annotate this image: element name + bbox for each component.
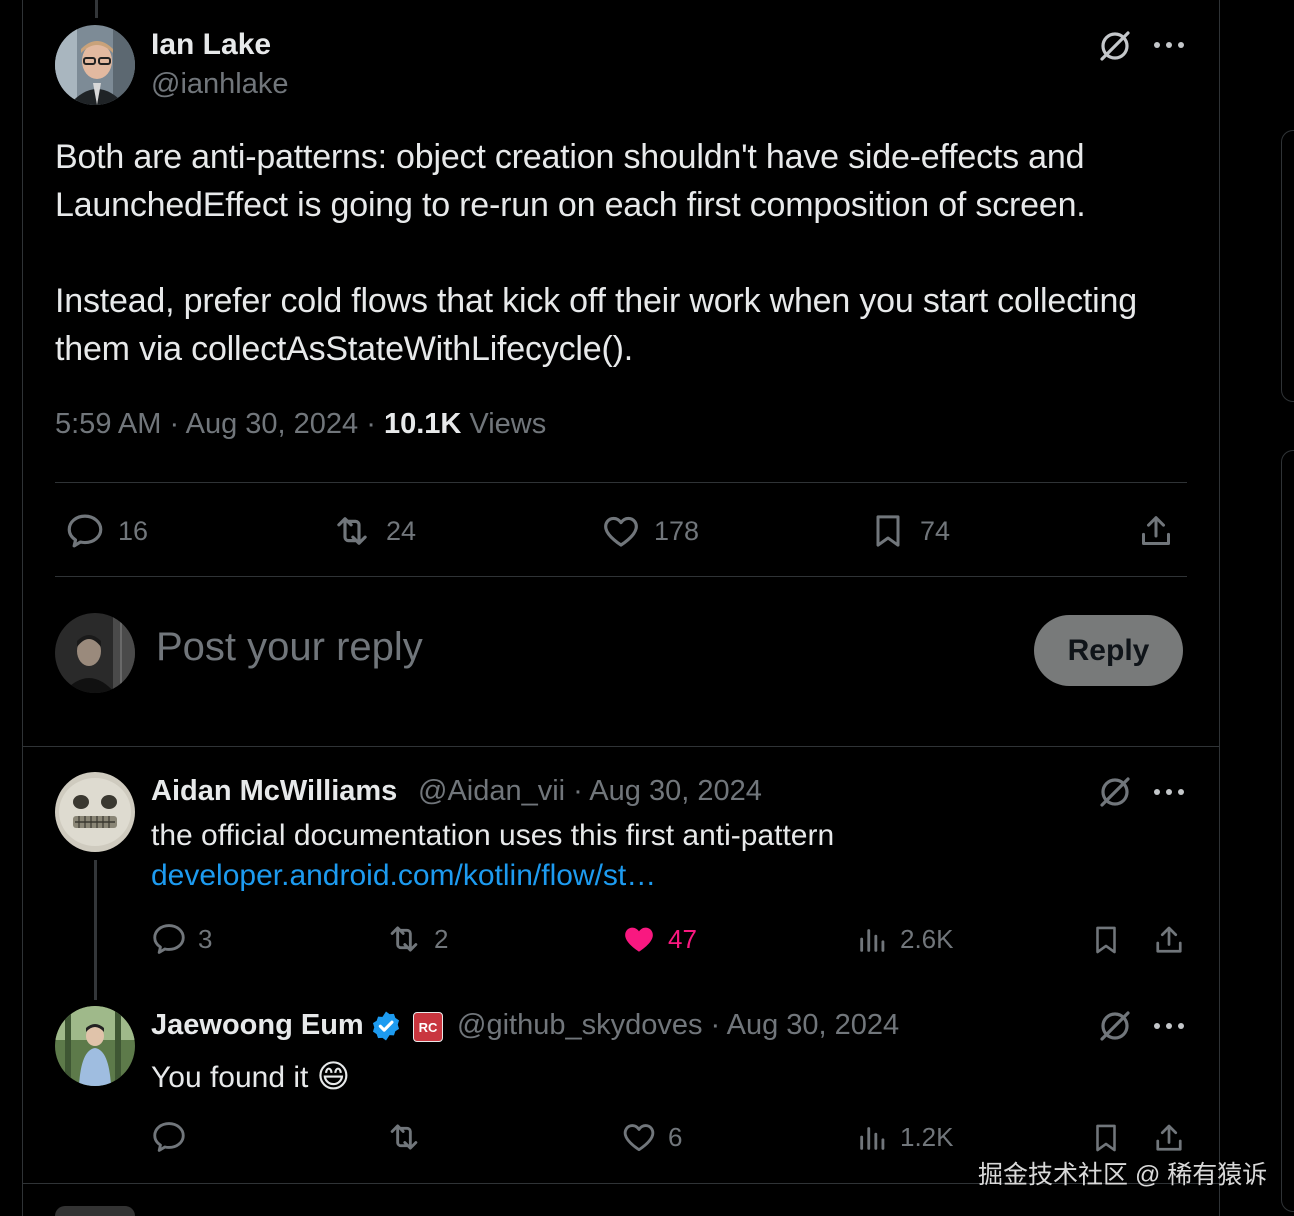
reply-action[interactable] (150, 1118, 198, 1156)
like-count: 6 (668, 1121, 683, 1152)
repost-action[interactable]: 2 (384, 920, 448, 958)
current-user-avatar[interactable] (55, 613, 135, 693)
repost-count: 2 (434, 923, 449, 954)
repost-action[interactable]: 24 (330, 510, 416, 552)
views-count: 10.1K (383, 408, 462, 440)
verified-badge-icon (369, 1009, 403, 1043)
reply-handle-date[interactable]: @github_skydoves · Aug 30, 2024 (457, 1009, 899, 1042)
views-action[interactable]: 1.2K (856, 1118, 954, 1156)
heart-icon (623, 1124, 655, 1152)
reply-text: the official documentation uses this fir… (151, 819, 835, 852)
reply-text: You found it (151, 1061, 309, 1094)
reply-action[interactable]: 16 (64, 510, 148, 552)
divider (55, 482, 1187, 483)
thread-line (95, 0, 98, 18)
reply-text-row: You found it 😄 (151, 1057, 350, 1095)
views-action[interactable]: 2.6K (856, 920, 954, 958)
share-icon[interactable] (1150, 1118, 1188, 1158)
heart-filled-icon (625, 927, 653, 952)
reply-count: 16 (118, 515, 149, 546)
more-options-icon[interactable] (1150, 777, 1188, 807)
reply-link[interactable]: developer.android.com/kotlin/flow/st… (151, 859, 656, 893)
repost-action[interactable] (384, 1118, 434, 1156)
views-count: 1.2K (900, 1121, 954, 1152)
more-options-icon[interactable] (1150, 1011, 1188, 1041)
comment-icon (153, 924, 185, 954)
reply-author-name[interactable]: Jaewoong Eum (151, 1009, 364, 1042)
thread-line (94, 860, 97, 1000)
repost-icon (390, 926, 418, 952)
author-avatar[interactable] (55, 25, 135, 105)
like-action[interactable]: 178 (600, 510, 699, 552)
divider (22, 746, 1220, 747)
bookmark-count: 74 (920, 515, 951, 546)
like-count: 47 (668, 923, 697, 954)
repost-icon (337, 517, 367, 545)
scroll-edge (1281, 130, 1294, 402)
divider (55, 576, 1187, 577)
bookmark-icon[interactable] (1088, 920, 1124, 960)
analytics-icon (860, 1127, 885, 1150)
comment-icon (67, 514, 103, 548)
separator: · (366, 408, 376, 440)
views-label: Views (469, 408, 547, 440)
repost-icon (390, 1124, 418, 1150)
tweet-paragraph: Both are anti-patterns: object creation … (55, 138, 1086, 224)
next-reply-avatar[interactable] (55, 1206, 135, 1216)
grok-icon[interactable] (1095, 772, 1135, 812)
like-action[interactable]: 6 (620, 1118, 682, 1156)
repost-count: 24 (386, 515, 417, 546)
tweet-body: Both are anti-patterns: object creation … (55, 133, 1185, 421)
reply-count: 3 (198, 923, 213, 954)
tweet-meta: 5:59 AM · Aug 30, 2024 · 10.1K Views (55, 408, 546, 441)
more-options-icon[interactable] (1150, 30, 1188, 60)
reply-handle-date[interactable]: @Aidan_vii · Aug 30, 2024 (418, 775, 762, 808)
reply-avatar[interactable] (55, 772, 135, 852)
separator: · (169, 408, 180, 440)
grok-icon[interactable] (1095, 1006, 1135, 1046)
grinning-emoji: 😄 (316, 1058, 351, 1094)
bookmark-icon (876, 515, 900, 547)
affiliate-badge[interactable]: RC (413, 1012, 443, 1042)
heart-icon (604, 516, 638, 547)
tweet-time[interactable]: 5:59 AM (55, 408, 161, 440)
share-icon[interactable] (1135, 510, 1177, 552)
reply-action[interactable]: 3 (150, 920, 212, 958)
reply-avatar[interactable] (55, 1006, 135, 1086)
grok-icon[interactable] (1095, 26, 1135, 66)
tweet-paragraph: Instead, prefer cold flows that kick off… (55, 282, 1137, 368)
bookmark-action[interactable]: 74 (868, 510, 950, 552)
author-handle[interactable]: @ianhlake (151, 68, 288, 101)
analytics-icon (860, 929, 885, 952)
reply-author-name[interactable]: Aidan McWilliams (151, 775, 397, 808)
watermark: 掘金技术社区 @ 稀有猿诉 (978, 1161, 1268, 1189)
scroll-edge (1281, 450, 1294, 1212)
like-action[interactable]: 47 (620, 920, 697, 958)
reply-button[interactable]: Reply (1034, 615, 1183, 686)
author-name[interactable]: Ian Lake (151, 28, 271, 62)
bookmark-icon[interactable] (1088, 1118, 1124, 1158)
views-count: 2.6K (900, 923, 954, 954)
like-count: 178 (654, 515, 700, 546)
comment-icon (153, 1122, 185, 1152)
share-icon[interactable] (1150, 920, 1188, 960)
tweet-date[interactable]: Aug 30, 2024 (186, 408, 359, 440)
reply-input[interactable]: Post your reply (156, 625, 423, 670)
